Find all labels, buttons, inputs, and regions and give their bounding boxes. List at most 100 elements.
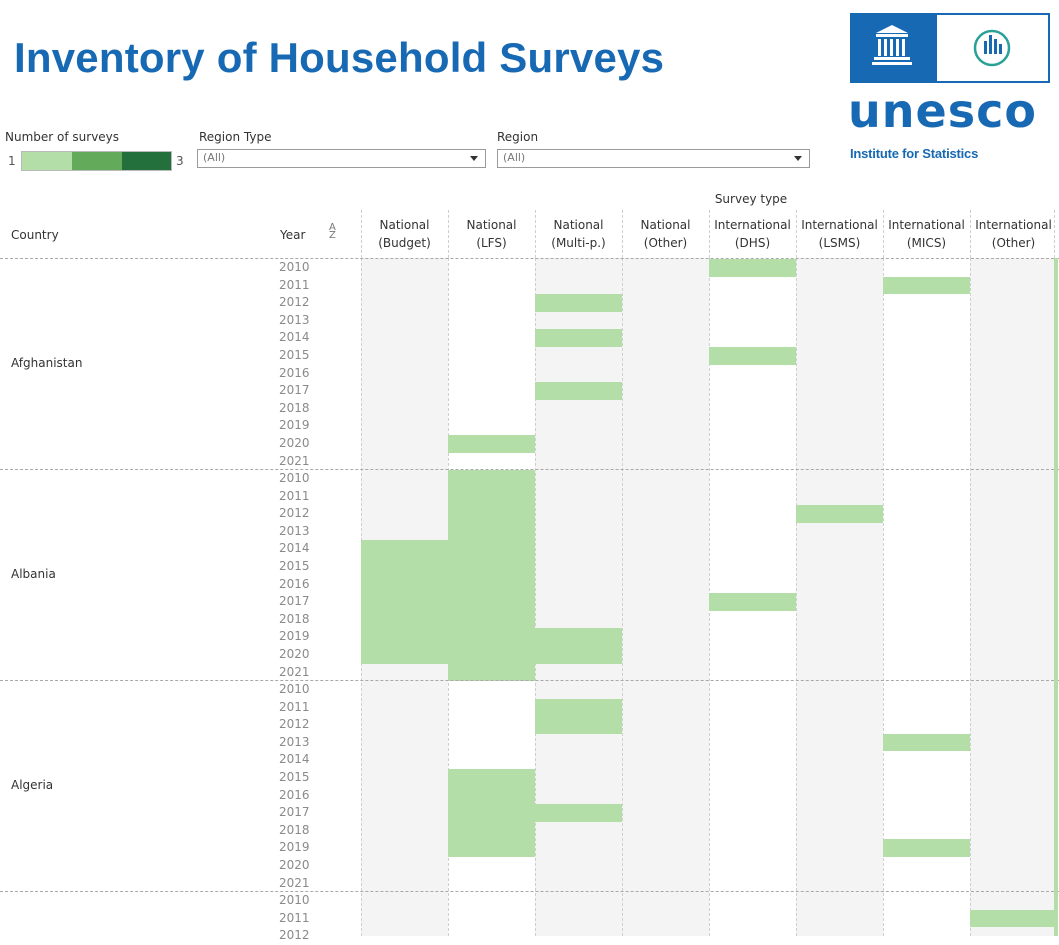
survey-cell[interactable] (535, 716, 622, 734)
year-label: 2013 (279, 312, 310, 327)
year-label: 2019 (279, 840, 310, 855)
legend-min: 1 (8, 154, 16, 168)
column-header-line1: International (801, 218, 878, 232)
column-divider (796, 258, 797, 936)
survey-cell[interactable] (709, 593, 796, 611)
survey-cell[interactable] (448, 470, 535, 488)
year-label: 2018 (279, 611, 310, 626)
header-divider (0, 258, 1059, 259)
survey-cell[interactable] (535, 698, 622, 717)
region-type-dropdown[interactable]: (All) (197, 149, 486, 168)
column-header[interactable]: National (Multi-p.) (535, 216, 622, 252)
column-header-line2: (MICS) (906, 236, 947, 250)
legend-swatch-mid (72, 152, 122, 170)
unesco-subtitle: Institute for Statistics (850, 146, 979, 161)
survey-cell[interactable] (448, 786, 535, 805)
year-label: 2015 (279, 559, 310, 573)
year-label: 2014 (279, 541, 310, 556)
survey-cell[interactable] (448, 487, 535, 506)
survey-cell[interactable] (796, 505, 883, 523)
survey-type-header: Survey type (714, 192, 788, 206)
page-title: Inventory of Household Surveys (14, 34, 665, 81)
survey-cell[interactable] (361, 593, 448, 611)
unesco-wordmark: unesco (848, 84, 1037, 138)
survey-cell[interactable] (448, 575, 535, 594)
column-header-line2: (DHS) (734, 236, 771, 250)
column-header-line1: International (975, 218, 1052, 232)
column-divider (883, 258, 884, 936)
year-label: 2012 (279, 506, 310, 521)
chevron-down-icon[interactable] (470, 156, 478, 161)
survey-cell[interactable] (361, 540, 448, 558)
survey-cell[interactable] (448, 839, 535, 857)
survey-cell[interactable] (883, 733, 970, 752)
column-header[interactable]: National (Budget) (361, 216, 448, 252)
country-header[interactable]: Country (11, 226, 59, 244)
survey-cell[interactable] (448, 505, 535, 523)
survey-cell[interactable] (448, 435, 535, 453)
survey-cell[interactable] (361, 575, 448, 594)
sort-icon[interactable]: AZ (329, 223, 336, 241)
survey-cell[interactable] (448, 558, 535, 576)
column-header[interactable]: International (Other) (970, 216, 1057, 252)
survey-cell[interactable] (448, 804, 535, 822)
survey-cell[interactable] (361, 646, 448, 664)
column-shading (970, 258, 1057, 936)
country-name: Afghanistan (11, 355, 83, 370)
survey-cell[interactable] (535, 628, 622, 646)
region-label: Region (497, 130, 539, 144)
column-shading (622, 258, 709, 936)
survey-cell[interactable] (709, 347, 796, 365)
country-divider (0, 891, 1059, 892)
year-label: 2012 (279, 717, 310, 732)
survey-cell[interactable] (883, 276, 970, 295)
survey-cell[interactable] (448, 540, 535, 558)
region-dropdown[interactable]: (All) (497, 149, 810, 168)
column-header-line1: National (379, 218, 430, 232)
column-header-line2: (Other) (643, 236, 688, 250)
year-label: 2011 (279, 699, 310, 714)
survey-cell[interactable] (448, 646, 535, 664)
survey-cell[interactable] (448, 663, 535, 682)
year-label: 2013 (279, 523, 310, 538)
column-header[interactable]: National (LFS) (448, 216, 535, 252)
column-header[interactable]: National (Other) (622, 216, 709, 252)
chevron-down-icon[interactable] (794, 156, 802, 161)
survey-cell[interactable] (448, 821, 535, 840)
survey-cell[interactable] (361, 610, 448, 629)
column-header[interactable]: International (LSMS) (796, 216, 883, 252)
region-value: (All) (503, 151, 526, 164)
survey-cell[interactable] (535, 329, 622, 347)
column-header-divider (1054, 210, 1055, 258)
column-divider (970, 258, 971, 936)
survey-cell[interactable] (448, 593, 535, 611)
survey-cell[interactable] (883, 839, 970, 857)
survey-cell[interactable] (448, 522, 535, 541)
year-label: 2016 (279, 576, 310, 591)
scrollbar[interactable] (1054, 258, 1058, 936)
column-header-line2: (LFS) (476, 236, 507, 250)
country-divider (0, 680, 1059, 681)
year-label: 2021 (279, 664, 310, 679)
survey-cell[interactable] (535, 294, 622, 312)
survey-cell[interactable] (535, 382, 622, 400)
year-label: 2012 (279, 295, 310, 310)
survey-cell[interactable] (448, 769, 535, 787)
survey-cell[interactable] (448, 628, 535, 646)
year-label: 2010 (279, 893, 310, 907)
survey-cell[interactable] (535, 646, 622, 664)
survey-cell[interactable] (970, 909, 1057, 928)
year-header[interactable]: Year (280, 226, 305, 244)
column-shading (796, 258, 883, 936)
survey-cell[interactable] (535, 804, 622, 822)
year-label: 2015 (279, 348, 310, 362)
survey-cell[interactable] (448, 610, 535, 629)
year-label: 2018 (279, 400, 310, 415)
region-type-label: Region Type (199, 130, 272, 144)
survey-cell[interactable] (709, 259, 796, 277)
column-header-line2: (Budget) (378, 236, 431, 250)
survey-cell[interactable] (361, 628, 448, 646)
column-header[interactable]: International (DHS) (709, 216, 796, 252)
column-header[interactable]: International (MICS) (883, 216, 970, 252)
survey-cell[interactable] (361, 558, 448, 576)
